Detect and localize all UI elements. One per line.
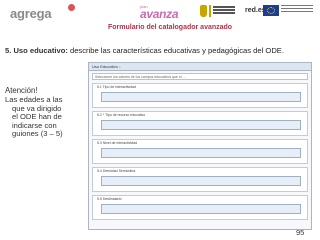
form-search-input[interactable]: Seleccione los valores de los campos edu… [92, 73, 308, 80]
note-title: Atención! [5, 86, 38, 95]
crest-icon [200, 5, 207, 17]
field-label: 5.5 Destinatario [97, 197, 122, 201]
plan-avanza-big-text: avanza [140, 7, 179, 21]
field-label: 5.2 * Tipo de recurso educativo [97, 113, 146, 117]
form-header[interactable]: Uso Educativo ↓ [89, 63, 311, 71]
intro-description: describe las características educativas … [67, 46, 284, 55]
note-line: Las edades a las [5, 95, 63, 104]
form-field-tipo-interactividad: 5.1 Tipo de interactividad [92, 83, 308, 108]
eu-fund-text-lines [281, 5, 317, 17]
field-input[interactable] [101, 148, 301, 158]
agrega-dot-icon [68, 4, 75, 11]
intro-lead: 5. Uso educativo: [5, 46, 68, 55]
form-field-densidad-semantica: 5.4 Densidad Semántica [92, 167, 308, 192]
gobierno-logo [200, 4, 242, 20]
page-title: Formulario del catalogador avanzado [108, 24, 233, 31]
eu-flag-icon [263, 5, 279, 16]
intro-text: 5. Uso educativo: describe las caracterí… [5, 46, 317, 55]
note-line: guiones (3 – 5) [12, 129, 63, 138]
field-label: 5.4 Densidad Semántica [97, 169, 136, 173]
field-label: 5.1 Tipo de interactividad [97, 85, 136, 89]
gobierno-text-lines [209, 5, 237, 17]
field-input[interactable] [101, 92, 301, 102]
field-input[interactable] [101, 120, 301, 130]
form-field-destinatario: 5.5 Destinatario [92, 195, 308, 220]
agrega-logo-text: agrega [10, 6, 52, 21]
field-input[interactable] [101, 176, 301, 186]
form-field-nivel-interactividad: 5.3 Nivel de interactividad [92, 139, 308, 164]
uso-educativo-form: Uso Educativo ↓ Seleccione los valores d… [88, 62, 312, 230]
agrega-logo: agrega [10, 4, 75, 21]
note-body: Las edades a las que va dirigido el ODE … [5, 95, 87, 139]
field-label: 5.3 Nivel de interactividad [97, 141, 138, 145]
page-number: 95 [296, 228, 305, 237]
form-field-tipo-recurso: 5.2 * Tipo de recurso educativo [92, 111, 308, 136]
header: agrega plan avanza red.es [0, 0, 320, 24]
plan-avanza-logo: plan avanza [140, 4, 182, 21]
field-input[interactable] [101, 204, 301, 214]
